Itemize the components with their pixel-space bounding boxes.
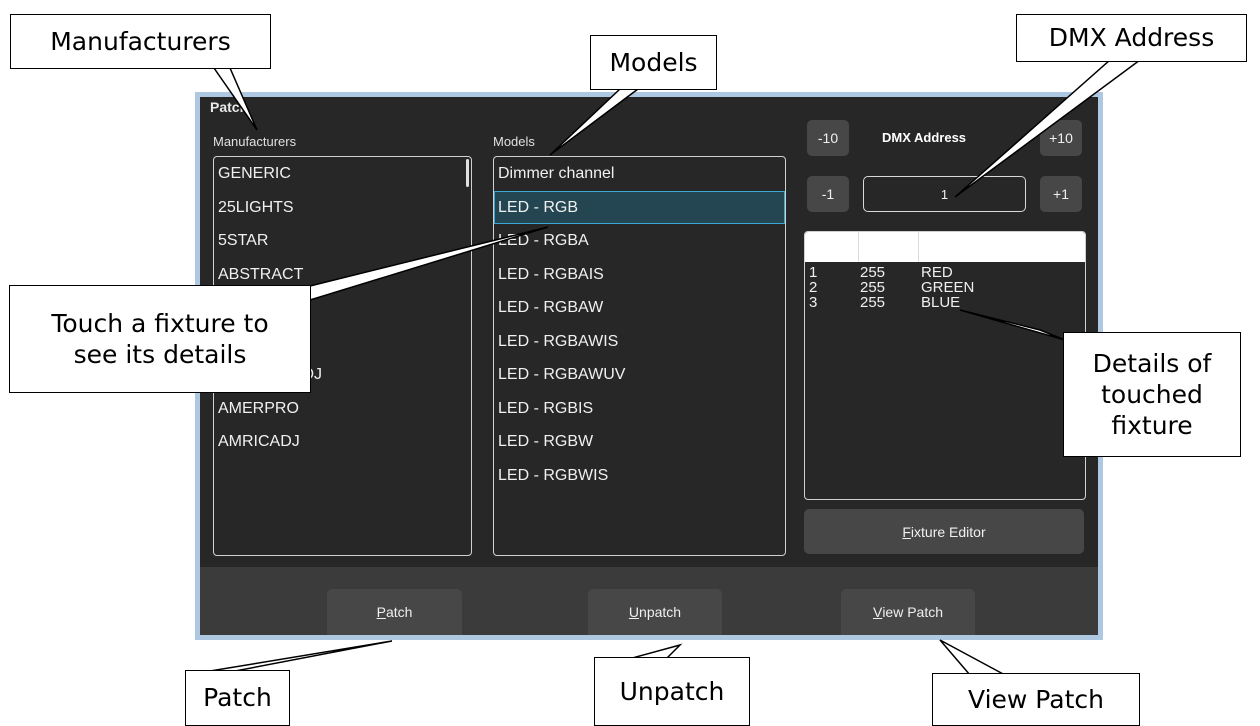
- details-callout-line3: fixture: [1111, 411, 1193, 441]
- details-callout: Details of touched fixture: [1063, 332, 1241, 457]
- patch-pointer: [203, 640, 393, 673]
- detail-value: 255: [860, 279, 886, 296]
- model-item[interactable]: LED - RGBIS: [494, 392, 785, 426]
- dmx-plus10-button[interactable]: +10: [1040, 120, 1082, 156]
- patch-accel: P: [376, 604, 386, 620]
- manufacturer-item[interactable]: AMRICADJ: [214, 425, 471, 459]
- details-header: [805, 232, 1085, 262]
- touch-callout-line2: see its details: [73, 340, 247, 369]
- model-item[interactable]: LED - RGBW: [494, 425, 785, 459]
- model-item[interactable]: LED - RGBA: [494, 224, 785, 258]
- view-patch-pointer: [939, 639, 1006, 676]
- detail-row[interactable]: 2 255 GREEN: [805, 280, 1085, 295]
- manufacturers-scrollbar[interactable]: [466, 159, 469, 187]
- model-item[interactable]: LED - RGBAIS: [494, 258, 785, 292]
- touch-fixture-callout: Touch a fixture to see its details: [9, 285, 311, 393]
- patch-callout: Patch: [185, 670, 290, 726]
- detail-channel: 1: [809, 264, 818, 281]
- dmx-address-input[interactable]: 1: [863, 176, 1026, 212]
- detail-value: 255: [860, 264, 886, 281]
- detail-channel: 2: [809, 279, 818, 296]
- detail-name: BLUE: [921, 294, 961, 311]
- fixture-editor-label: ixture Editor: [910, 523, 986, 540]
- fixture-editor-button[interactable]: Fixture Editor: [804, 509, 1084, 554]
- view-patch-label: iew Patch: [882, 604, 944, 620]
- unpatch-accel: U: [628, 604, 640, 620]
- patch-window: Patch Manufacturers GENERIC 25LIGHTS 5STAR…: [195, 92, 1103, 640]
- dmx-plus1-button[interactable]: +1: [1040, 176, 1082, 212]
- details-callout-line1: Details of: [1092, 348, 1212, 378]
- view-patch-button[interactable]: View Patch: [841, 589, 975, 635]
- manufacturers-callout: Manufacturers: [10, 14, 271, 69]
- models-callout: Models: [590, 35, 717, 90]
- unpatch-label: npatch: [639, 604, 682, 620]
- manufacturers-label: Manufacturers: [213, 134, 297, 149]
- touch-callout-line1: Touch a fixture to: [51, 308, 269, 338]
- detail-row[interactable]: 1 255 RED: [805, 265, 1085, 280]
- detail-channel: 3: [809, 294, 818, 311]
- models-list[interactable]: Dimmer channel LED - RGB LED - RGBA LED - R…: [493, 156, 786, 556]
- view-patch-accel: V: [872, 604, 883, 620]
- window-title: Patch: [210, 99, 249, 115]
- dmx-minus10-button[interactable]: -10: [807, 120, 849, 156]
- patch-label: atch: [385, 604, 413, 620]
- fixture-details-table[interactable]: 1 255 RED 2 255 GREEN 3 255 BLUE: [804, 231, 1086, 500]
- model-item-selected[interactable]: LED - RGB: [494, 190, 785, 224]
- model-item[interactable]: LED - RGBAW: [494, 291, 785, 325]
- view-patch-callout: View Patch: [932, 673, 1140, 726]
- model-item[interactable]: LED - RGBWIS: [494, 459, 785, 493]
- models-label: Models: [493, 134, 535, 149]
- details-callout-line2: touched: [1101, 379, 1203, 409]
- dmx-minus1-button[interactable]: -1: [807, 176, 849, 212]
- model-item[interactable]: LED - RGBAWUV: [494, 358, 785, 392]
- detail-row[interactable]: 3 255 BLUE: [805, 295, 1085, 310]
- dmx-address-label: DMX Address: [882, 130, 967, 145]
- manufacturer-item[interactable]: 5STAR: [214, 224, 471, 258]
- manufacturer-item[interactable]: 25LIGHTS: [214, 191, 471, 225]
- detail-name: RED: [921, 264, 953, 281]
- patch-panel: Patch Manufacturers GENERIC 25LIGHTS 5STAR…: [200, 97, 1098, 635]
- model-item[interactable]: Dimmer channel: [494, 157, 785, 191]
- detail-name: GREEN: [921, 279, 975, 296]
- unpatch-button[interactable]: Unpatch: [588, 589, 722, 635]
- manufacturer-item[interactable]: GENERIC: [214, 157, 471, 191]
- detail-value: 255: [860, 294, 886, 311]
- fixture-editor-accel: F: [902, 523, 911, 540]
- patch-button[interactable]: Patch: [327, 589, 462, 635]
- model-item[interactable]: LED - RGBAWIS: [494, 325, 785, 359]
- dmx-address-callout: DMX Address: [1016, 14, 1247, 62]
- manufacturer-item[interactable]: AMERPRO: [214, 392, 471, 426]
